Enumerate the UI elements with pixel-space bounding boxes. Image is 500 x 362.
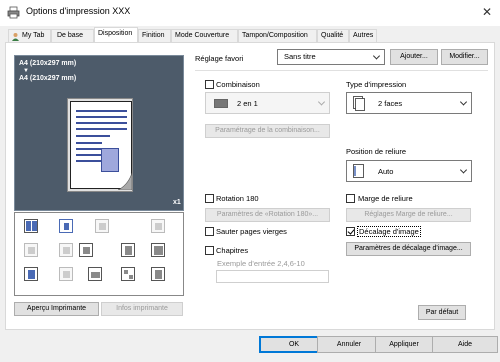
skip-blank-label: Sauter pages vierges — [216, 227, 287, 236]
favorite-label: Réglage favori — [195, 54, 244, 63]
chapters-example: Exemple d'entrée 2,4,6-10 — [217, 259, 305, 268]
copies-count: x1 — [173, 199, 181, 206]
combination-icon[interactable] — [24, 219, 38, 233]
chapters-label: Chapitres — [216, 246, 249, 255]
rotation-label: Rotation 180 — [216, 194, 259, 203]
cancel-button[interactable]: Annuler — [317, 336, 381, 353]
combination-value: 2 en 1 — [237, 99, 258, 108]
combination-label: Combinaison — [216, 80, 260, 89]
arrow-down-icon: ▼ — [23, 68, 29, 74]
chapters-input — [216, 270, 329, 283]
text-line — [76, 154, 102, 156]
function-icon-panel — [14, 212, 184, 296]
image-block — [101, 148, 119, 172]
booklet-icon — [95, 219, 109, 233]
favorite-value: Sans titre — [284, 52, 316, 61]
text-line — [76, 122, 127, 124]
text-line — [76, 142, 102, 144]
tab-bar: My Tab De base Disposition Finition Mode… — [0, 27, 500, 43]
rotate-icon — [151, 219, 165, 233]
binding-margin-settings-button: Réglages Marge de reliure... — [346, 208, 471, 222]
text-line — [76, 116, 127, 118]
text-line — [76, 135, 110, 137]
modify-favorite-button[interactable]: Modifier... — [441, 49, 488, 65]
margin-icon — [59, 243, 73, 257]
close-icon[interactable]: ✕ — [482, 5, 492, 19]
printer-icon — [7, 6, 20, 19]
combination-settings-button: Paramétrage de la combinaison... — [205, 124, 330, 138]
poster-icon[interactable] — [59, 219, 73, 233]
chapters-checkbox[interactable] — [205, 246, 214, 255]
title-bar: Options d'impression XXX ✕ — [0, 0, 500, 26]
apply-button[interactable]: Appliquer — [375, 336, 433, 353]
default-button[interactable]: Par défaut — [418, 305, 466, 320]
image-shift-settings-button[interactable]: Paramètres de décalage d'image... — [346, 242, 471, 256]
tab-label: Tampon/Composition — [242, 32, 308, 39]
text-line — [76, 160, 102, 162]
print-page-icon[interactable] — [151, 267, 165, 281]
binding-position-select[interactable]: Auto — [346, 160, 472, 182]
binding-margin-label: Marge de reliure — [358, 194, 413, 203]
printer-view-button[interactable]: Aperçu Imprimante — [14, 302, 99, 316]
tab-label: Mode Couverture — [175, 32, 230, 39]
tab-finition[interactable]: Finition — [138, 29, 171, 43]
text-line — [76, 148, 102, 150]
tab-label: Finition — [142, 32, 165, 39]
add-favorite-button[interactable]: Ajouter... — [390, 49, 438, 65]
print-type-select[interactable]: 2 faces — [346, 92, 472, 114]
font-icon[interactable] — [79, 243, 93, 257]
shift-icon — [59, 267, 73, 281]
tab-de-base[interactable]: De base — [51, 29, 94, 43]
tab-label: Disposition — [98, 30, 133, 37]
favorite-select[interactable]: Sans titre — [277, 49, 385, 65]
divider — [195, 70, 488, 71]
combination-checkbox[interactable] — [205, 80, 214, 89]
chevron-down-icon — [372, 52, 381, 60]
tab-autres[interactable]: Autres — [349, 29, 377, 43]
user-icon — [12, 33, 19, 41]
tab-tampon-composition[interactable]: Tampon/Composition — [238, 29, 317, 43]
tab-my-tab[interactable]: My Tab — [8, 29, 51, 43]
tab-mode-couverture[interactable]: Mode Couverture — [171, 29, 238, 43]
document-icon[interactable] — [121, 243, 135, 257]
chevron-down-icon — [459, 98, 468, 106]
paper-size-original: A4 (210x297 mm) — [19, 60, 77, 67]
tab-disposition[interactable]: Disposition — [94, 27, 138, 43]
text-line — [76, 110, 127, 112]
tab-label: Autres — [353, 32, 374, 39]
binding-icon — [24, 243, 38, 257]
chevron-down-icon — [459, 166, 468, 174]
binding-icon — [353, 164, 364, 178]
paper-size-output: A4 (210x297 mm) — [19, 75, 77, 82]
skip-blank-checkbox[interactable] — [205, 227, 214, 236]
grid-icon[interactable] — [121, 267, 135, 281]
text-line — [76, 128, 127, 130]
combination-icon — [214, 99, 228, 108]
tab-label: De base — [57, 32, 84, 39]
window-title: Options d'impression XXX — [26, 6, 131, 16]
duplex-icon — [353, 96, 365, 111]
chevron-down-icon — [317, 98, 326, 106]
image-shift-checkbox[interactable] — [346, 227, 355, 236]
tab-label: My Tab — [22, 32, 45, 39]
binding-position-label: Position de reliure — [346, 147, 407, 156]
print-type-label: Type d'impression — [346, 80, 407, 89]
binding-margin-checkbox[interactable] — [346, 194, 355, 203]
rotation-checkbox[interactable] — [205, 194, 214, 203]
tab-label: Qualité — [321, 32, 344, 39]
rotation-settings-button: Paramètres de «Rotation 180»... — [205, 208, 330, 222]
help-button[interactable]: Aide — [432, 336, 498, 353]
binding-position-value: Auto — [378, 167, 394, 176]
print-type-value: 2 faces — [378, 99, 403, 108]
chapter-icon[interactable] — [24, 267, 38, 281]
book-icon[interactable] — [151, 243, 165, 257]
combination-select: 2 en 1 — [205, 92, 330, 114]
printer-info-button: Infos imprimante — [101, 302, 183, 316]
image-shift-label: Décalage d'image — [357, 226, 421, 237]
page-curl-icon — [118, 173, 132, 190]
tab-qualite[interactable]: Qualité — [317, 29, 349, 43]
stack-icon[interactable] — [88, 267, 102, 281]
